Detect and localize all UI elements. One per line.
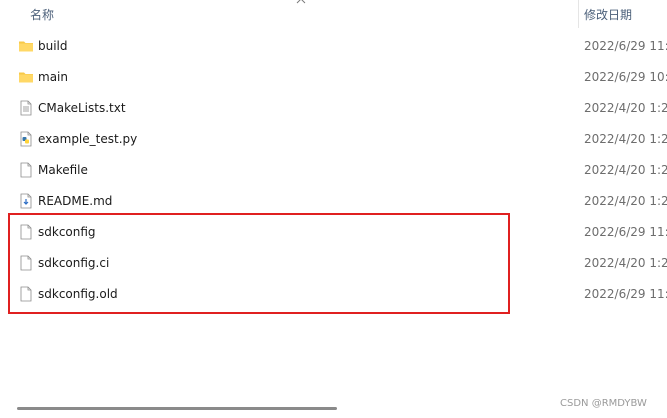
file-date: 2022/4/20 1:28 [584, 101, 667, 115]
sort-ascending-icon [296, 0, 306, 4]
file-name: build [38, 39, 68, 53]
file-date: 2022/4/20 1:28 [584, 194, 667, 208]
file-row-makefile[interactable]: Makefile 2022/4/20 1:28 [0, 155, 667, 186]
file-row-build[interactable]: build 2022/6/29 11:2 [0, 31, 667, 62]
file-date: 2022/6/29 11:2 [584, 225, 667, 239]
folder-icon [19, 41, 33, 52]
file-icon [20, 224, 32, 240]
watermark: CSDN @RMDYBW [560, 398, 647, 409]
python-file-icon [20, 131, 32, 147]
file-row-sdkconfig-ci[interactable]: sdkconfig.ci 2022/4/20 1:28 [0, 248, 667, 279]
file-row-sdkconfig-old[interactable]: sdkconfig.old 2022/6/29 11:2 [0, 279, 667, 310]
file-name: main [38, 70, 68, 84]
file-date: 2022/6/29 11:2 [584, 287, 667, 301]
file-date: 2022/4/20 1:28 [584, 163, 667, 177]
horizontal-scrollbar[interactable] [17, 407, 337, 410]
column-header-bar: 名称 修改日期 [0, 0, 667, 28]
folder-icon [19, 72, 33, 83]
file-name: CMakeLists.txt [38, 101, 126, 115]
file-name: sdkconfig.old [38, 287, 118, 301]
file-date: 2022/4/20 1:28 [584, 132, 667, 146]
file-date: 2022/4/20 1:28 [584, 256, 667, 270]
file-name: Makefile [38, 163, 88, 177]
file-date: 2022/6/29 11:2 [584, 39, 667, 53]
file-icon [20, 255, 32, 271]
file-icon [20, 162, 32, 178]
column-header-date-modified[interactable]: 修改日期 [584, 6, 632, 23]
file-row-main[interactable]: main 2022/6/29 10:5 [0, 62, 667, 93]
file-name: example_test.py [38, 132, 138, 146]
file-name: README.md [38, 194, 113, 208]
file-row-example-test[interactable]: example_test.py 2022/4/20 1:28 [0, 124, 667, 155]
file-name: sdkconfig [38, 225, 96, 239]
file-row-sdkconfig[interactable]: sdkconfig 2022/6/29 11:2 [0, 217, 667, 248]
file-row-readme[interactable]: README.md 2022/4/20 1:28 [0, 186, 667, 217]
file-row-cmakelists[interactable]: CMakeLists.txt 2022/4/20 1:28 [0, 93, 667, 124]
text-file-icon [20, 100, 32, 116]
file-date: 2022/6/29 10:5 [584, 70, 667, 84]
column-header-name[interactable]: 名称 [30, 6, 54, 23]
file-name: sdkconfig.ci [38, 256, 110, 270]
column-divider[interactable] [578, 0, 579, 28]
file-list: build 2022/6/29 11:2 main 2022/6/29 10:5… [0, 31, 667, 310]
markdown-file-icon [20, 193, 32, 209]
file-icon [20, 286, 32, 302]
